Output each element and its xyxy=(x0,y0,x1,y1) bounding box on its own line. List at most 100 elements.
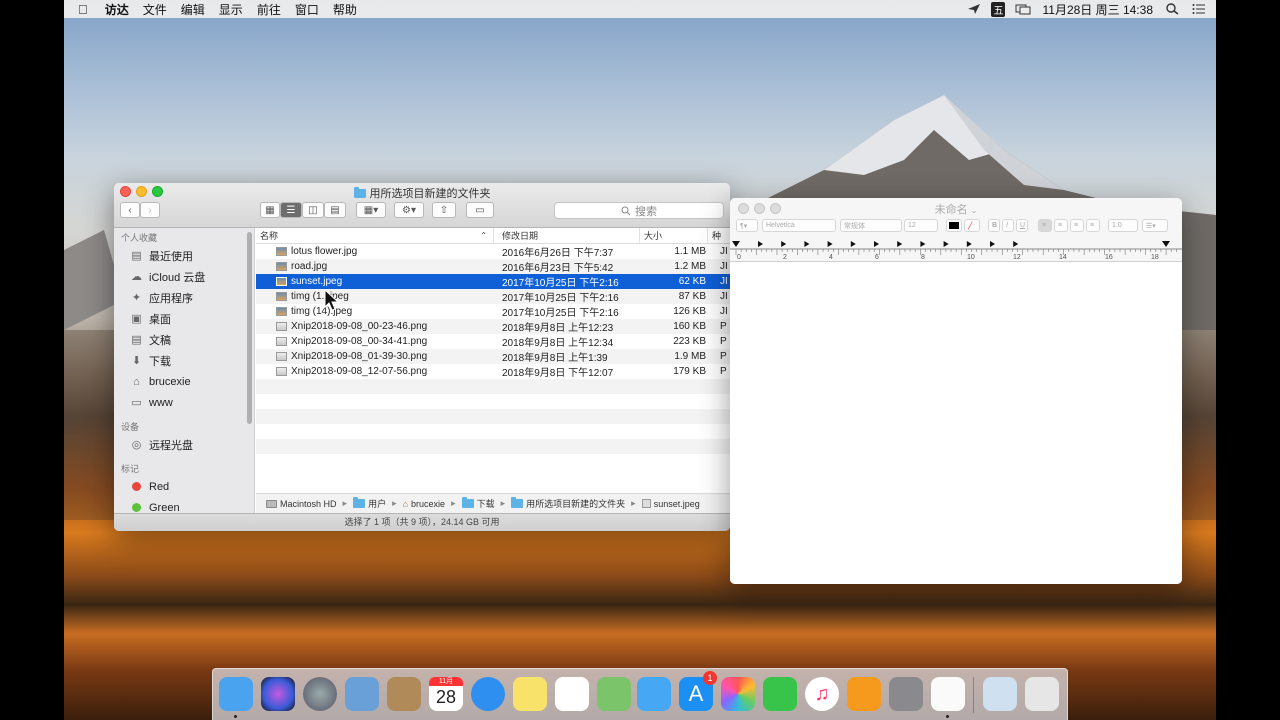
menu-help[interactable]: 帮助 xyxy=(326,1,364,18)
location-arrow-icon[interactable] xyxy=(967,3,981,15)
italic-button[interactable]: I xyxy=(1002,219,1014,232)
display-mirror-icon[interactable] xyxy=(1015,3,1031,15)
finder-toolbar: 用所选项目新建的文件夹 ‹ › ▦ ☰ ◫ ▤ ▦▾ ⚙▾ ⇧ ▭ 搜索 xyxy=(114,183,730,228)
sidebar-item-label: Red xyxy=(149,480,170,493)
sidebar-item-icloud[interactable]: ☁ iCloud 云盘 xyxy=(114,266,254,287)
menu-edit[interactable]: 编辑 xyxy=(174,1,212,18)
search-field[interactable]: 搜索 xyxy=(554,202,724,219)
line-spacing-select[interactable]: 1.0 xyxy=(1108,219,1138,232)
path-crumb-file[interactable]: sunset.jpeg xyxy=(641,498,700,509)
file-row[interactable]: Xnip2018-09-08_00-23-46.png 2018年9月8日 上午1… xyxy=(256,319,730,334)
calendar-icon[interactable]: 11月 28 xyxy=(429,677,463,711)
sidebar-item-downloads[interactable]: ⬇ 下载 xyxy=(114,350,254,371)
column-header-size[interactable]: 大小 xyxy=(640,228,708,244)
reminders-icon[interactable] xyxy=(555,677,589,711)
file-row[interactable]: lotus flower.jpg 2016年6月26日 下午7:37 1.1 MB J… xyxy=(256,244,730,259)
apple-menu-icon[interactable]:  xyxy=(64,2,98,17)
sidebar-item-applications[interactable]: ✦ 应用程序 xyxy=(114,287,254,308)
ruler[interactable]: 0 2 4 6 8 10 12 14 16 18 xyxy=(730,238,1182,260)
menu-app-name[interactable]: 访达 xyxy=(98,1,136,18)
underline-button[interactable]: U xyxy=(1016,219,1028,232)
align-justify-button[interactable]: ≡ xyxy=(1086,219,1100,232)
share-button[interactable]: ⇧ xyxy=(432,202,456,218)
path-crumb-home[interactable]: ⌂ brucexie xyxy=(403,499,445,509)
file-name-cell: road.jpg xyxy=(256,261,494,272)
column-header-kind[interactable]: 种 xyxy=(708,228,730,244)
align-center-button[interactable]: ≡ xyxy=(1054,219,1068,232)
file-row[interactable]: Xnip2018-09-08_12-07-56.png 2018年9月8日 下午1… xyxy=(256,364,730,379)
path-separator-icon: ▸ xyxy=(392,498,397,508)
icon-view-button[interactable]: ▦ xyxy=(260,202,280,218)
forward-button[interactable]: › xyxy=(140,202,160,218)
downloads-stack-icon[interactable] xyxy=(983,677,1017,711)
path-crumb-label: 用户 xyxy=(368,499,387,509)
trash-icon[interactable] xyxy=(1025,677,1059,711)
path-crumb-label: sunset.jpeg xyxy=(653,498,700,509)
siri-icon[interactable] xyxy=(261,677,295,711)
sidebar-item-desktop[interactable]: ▣ 桌面 xyxy=(114,308,254,329)
path-crumb-new-folder[interactable]: 用所选项目新建的文件夹 xyxy=(511,497,625,510)
list-view-button[interactable]: ☰ xyxy=(280,202,302,218)
folder-icon xyxy=(353,186,366,198)
textedit-document-area[interactable] xyxy=(730,262,1182,584)
tags-button[interactable]: ▭ xyxy=(466,202,494,218)
gallery-view-button[interactable]: ▤ xyxy=(324,202,346,218)
system-preferences-icon[interactable] xyxy=(889,677,923,711)
path-crumb-disk[interactable]: Macintosh HD xyxy=(266,499,337,509)
sidebar-item-tag-red[interactable]: Red xyxy=(114,476,254,497)
sidebar-item-home[interactable]: ⌂ brucexie xyxy=(114,371,254,392)
font-family-select[interactable]: Helvetica xyxy=(762,219,836,232)
photos-icon[interactable] xyxy=(721,677,755,711)
text-color-well[interactable] xyxy=(946,219,962,232)
textedit-title[interactable]: 未命名 ⌄ xyxy=(730,201,1182,217)
action-gear-button[interactable]: ⚙▾ xyxy=(394,202,424,218)
safari-icon[interactable] xyxy=(471,677,505,711)
menu-view[interactable]: 显示 xyxy=(212,1,250,18)
group-by-button[interactable]: ▦▾ xyxy=(356,202,386,218)
back-button[interactable]: ‹ xyxy=(120,202,140,218)
preview-icon[interactable] xyxy=(345,677,379,711)
paragraph-style-select[interactable]: ¶▾ xyxy=(736,219,758,232)
file-kind: JI xyxy=(720,261,728,272)
file-row[interactable]: Xnip2018-09-08_01-39-30.png 2018年9月8日 上午1… xyxy=(256,349,730,364)
font-style-select[interactable]: 常规体 xyxy=(840,219,902,232)
menu-go[interactable]: 前往 xyxy=(250,1,288,18)
menu-file[interactable]: 文件 xyxy=(136,1,174,18)
align-left-button[interactable]: ≡ xyxy=(1038,219,1052,232)
file-row[interactable]: Xnip2018-09-08_00-34-41.png 2018年9月8日 上午1… xyxy=(256,334,730,349)
file-name: road.jpg xyxy=(291,261,328,272)
path-crumb-downloads[interactable]: 下载 xyxy=(461,497,495,510)
column-header-name[interactable]: 名称 ⌃ xyxy=(256,228,494,244)
align-right-button[interactable]: ≡ xyxy=(1070,219,1084,232)
contacts-icon[interactable] xyxy=(387,677,421,711)
column-view-button[interactable]: ◫ xyxy=(302,202,324,218)
facetime-icon[interactable] xyxy=(763,677,797,711)
sidebar-item-www[interactable]: ▭ www xyxy=(114,392,254,413)
file-row[interactable]: road.jpg 2016年6月23日 下午5:42 1.2 MB JI xyxy=(256,259,730,274)
list-style-select[interactable]: ☰▾ xyxy=(1142,219,1168,232)
notes-icon[interactable] xyxy=(513,677,547,711)
sidebar-scrollbar[interactable] xyxy=(247,232,252,424)
books-icon[interactable] xyxy=(847,677,881,711)
input-method-icon[interactable]: 五 xyxy=(991,1,1006,17)
menu-window[interactable]: 窗口 xyxy=(288,1,326,18)
messages-icon[interactable] xyxy=(637,677,671,711)
sidebar-item-documents[interactable]: ▤ 文稿 xyxy=(114,329,254,350)
column-header-date[interactable]: 修改日期 xyxy=(494,228,640,244)
launchpad-icon[interactable] xyxy=(303,677,337,711)
path-crumb-users[interactable]: 用户 xyxy=(353,497,386,510)
highlight-color-well[interactable]: ╱ xyxy=(964,219,980,232)
itunes-icon[interactable]: ♫ xyxy=(805,677,839,711)
font-size-select[interactable]: 12 xyxy=(904,219,938,232)
sidebar-item-tag-green[interactable]: Green xyxy=(114,497,254,513)
file-row[interactable]: sunset.jpeg 2017年10月25日 下午2:16 62 KB JI xyxy=(256,274,730,289)
spotlight-search-icon[interactable] xyxy=(1166,3,1180,15)
sidebar-item-recents[interactable]: ▤ 最近使用 xyxy=(114,245,254,266)
maps-icon[interactable] xyxy=(597,677,631,711)
menu-clock[interactable]: 11月28日 周三 14:38 xyxy=(1035,1,1160,18)
bold-button[interactable]: B xyxy=(988,219,1000,232)
sidebar-item-remote-disc[interactable]: ◎ 远程光盘 xyxy=(114,434,254,455)
finder-icon[interactable] xyxy=(219,677,253,711)
textedit-icon[interactable] xyxy=(931,677,965,711)
notification-center-icon[interactable] xyxy=(1192,3,1206,15)
